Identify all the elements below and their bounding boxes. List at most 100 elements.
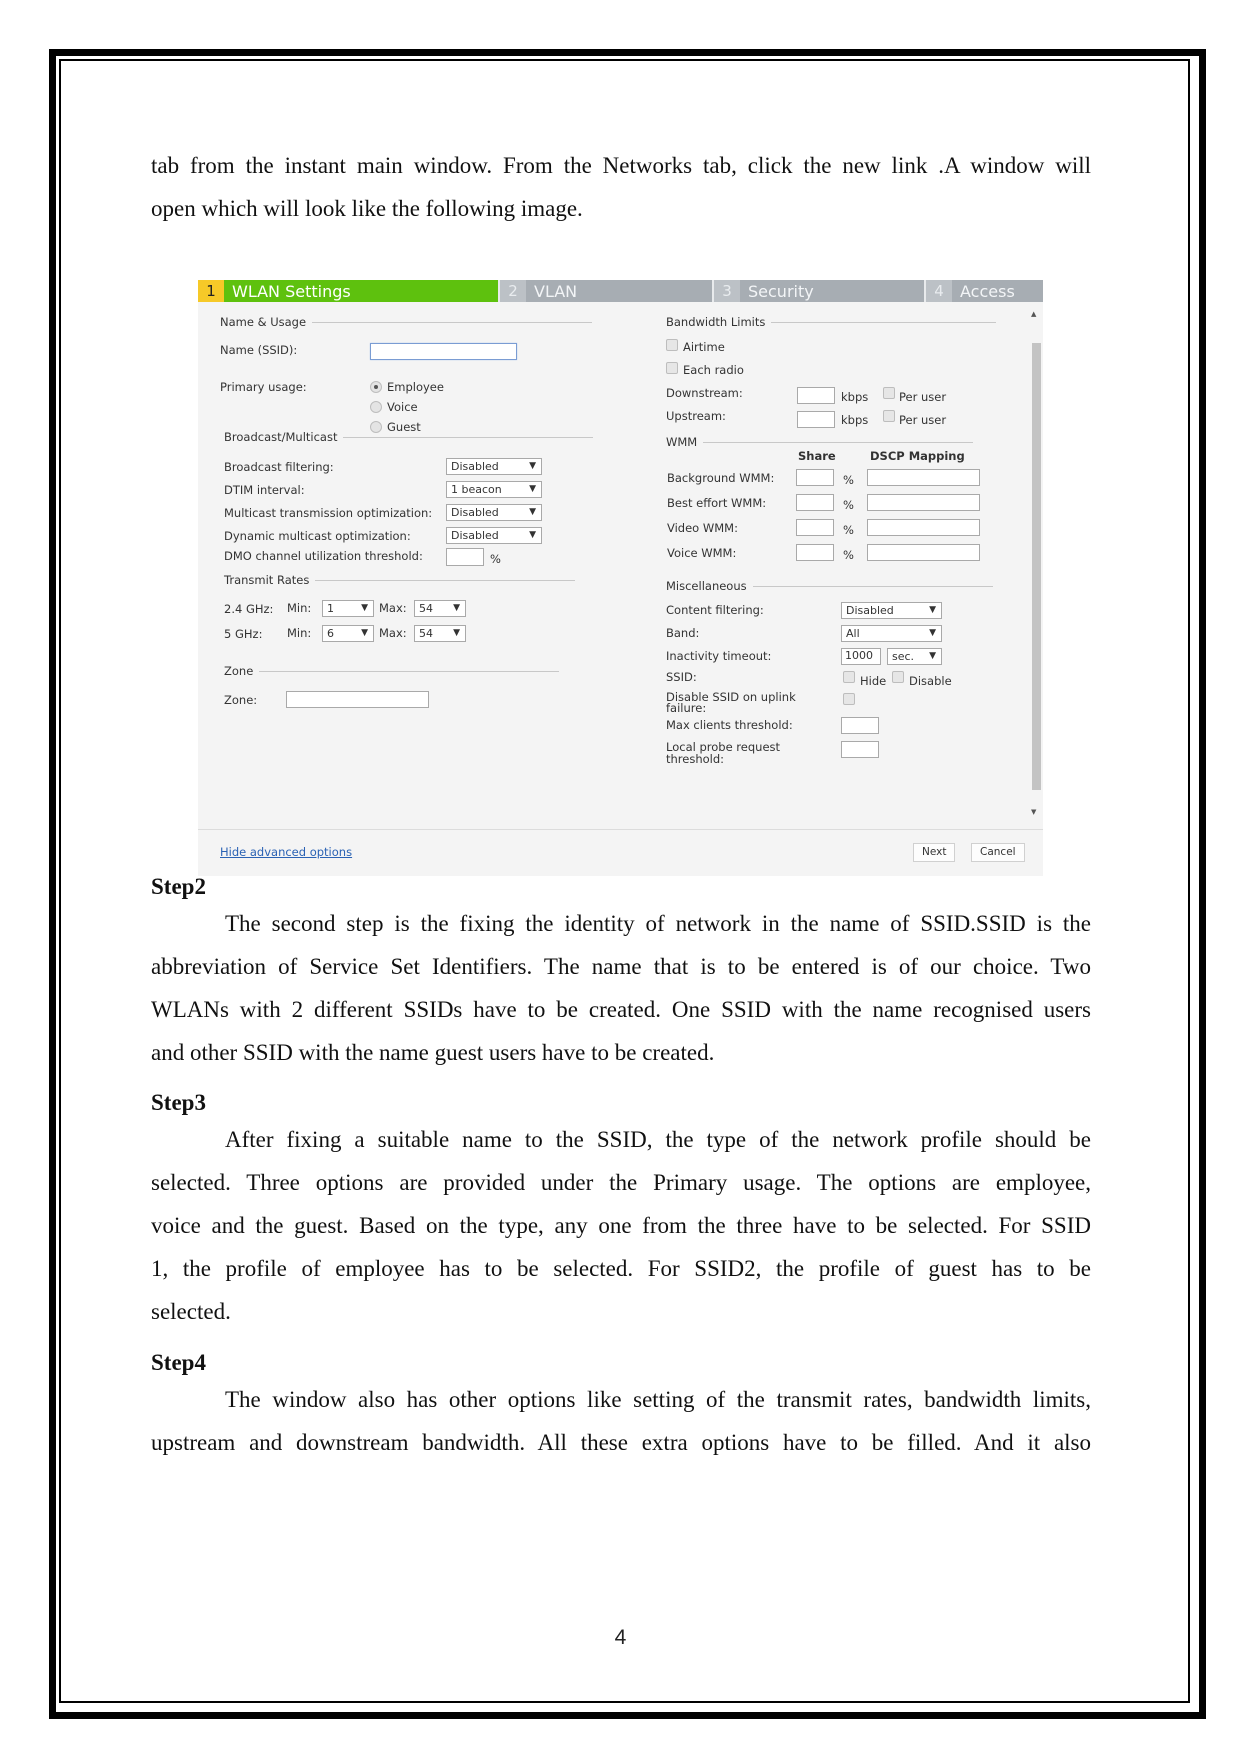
best-effort-share-input[interactable] bbox=[796, 494, 834, 511]
section-title: Bandwidth Limits bbox=[666, 315, 766, 329]
step2-paragraph: The second step is the fixing the identi… bbox=[151, 902, 1091, 1074]
airtime-label: Airtime bbox=[683, 340, 725, 354]
step-heading: Step4 bbox=[151, 1350, 206, 1375]
tab-wlan-settings[interactable]: 1 WLAN Settings bbox=[198, 280, 498, 302]
inactivity-timeout-label: Inactivity timeout: bbox=[666, 649, 772, 663]
step-heading: Step2 bbox=[151, 874, 206, 899]
tab-vlan[interactable]: 2 VLAN bbox=[498, 280, 712, 302]
band-select[interactable]: All ▼ bbox=[841, 625, 942, 642]
downstream-label: Downstream: bbox=[666, 386, 743, 400]
multicast-optimization-label: Multicast transmission optimization: bbox=[224, 506, 433, 520]
tab-number: 4 bbox=[926, 280, 952, 302]
each-radio-checkbox[interactable] bbox=[666, 362, 678, 374]
scroll-thumb[interactable] bbox=[1032, 343, 1041, 790]
percent-unit: % bbox=[843, 473, 854, 487]
text-line: 1, the profile of employee has to be sel… bbox=[151, 1256, 1091, 1281]
text-line: The second step is the fixing the identi… bbox=[225, 911, 1091, 936]
local-probe-label-cont: threshold: bbox=[666, 752, 725, 766]
select-value: 6 bbox=[327, 627, 334, 640]
max-label: Max: bbox=[379, 626, 407, 640]
hide-ssid-checkbox[interactable] bbox=[843, 671, 855, 683]
downstream-per-user-checkbox[interactable] bbox=[883, 387, 895, 399]
section-title: Broadcast/Multicast bbox=[224, 430, 338, 444]
downstream-input[interactable] bbox=[797, 387, 835, 404]
select-value: Disabled bbox=[846, 604, 894, 617]
min-rate-24-select[interactable]: 1 ▼ bbox=[322, 600, 374, 617]
dynamic-multicast-select[interactable]: Disabled ▼ bbox=[446, 527, 542, 544]
dmo-threshold-label: DMO channel utilization threshold: bbox=[224, 549, 423, 563]
multicast-optimization-select[interactable]: Disabled ▼ bbox=[446, 504, 542, 521]
kbps-unit: kbps bbox=[841, 390, 869, 404]
inactivity-timeout-input[interactable]: 1000 bbox=[841, 648, 881, 665]
tab-label: Access bbox=[960, 281, 1015, 301]
dropdown-arrow-icon: ▼ bbox=[361, 628, 368, 638]
max-rate-24-select[interactable]: 54 ▼ bbox=[414, 600, 466, 617]
vertical-scrollbar[interactable]: ▲ ▼ bbox=[1030, 310, 1041, 820]
per-user-label: Per user bbox=[899, 413, 947, 427]
uplink-failure-label-cont: failure: bbox=[666, 701, 707, 715]
per-user-label: Per user bbox=[899, 390, 947, 404]
section-bandwidth-limits: Bandwidth Limits bbox=[666, 315, 997, 329]
dropdown-arrow-icon: ▼ bbox=[929, 651, 936, 661]
section-name-usage: Name & Usage bbox=[220, 315, 593, 329]
voice-dscp-input[interactable] bbox=[867, 544, 980, 561]
content-filtering-select[interactable]: Disabled ▼ bbox=[841, 602, 942, 619]
dmo-threshold-input[interactable] bbox=[446, 548, 484, 566]
voice-share-input[interactable] bbox=[796, 544, 834, 561]
tab-access[interactable]: 4 Access bbox=[924, 280, 1043, 302]
section-title: Miscellaneous bbox=[666, 579, 747, 593]
broadcast-filtering-select[interactable]: Disabled ▼ bbox=[446, 458, 542, 475]
hide-advanced-options-link[interactable]: Hide advanced options bbox=[220, 845, 352, 859]
cancel-button[interactable]: Cancel bbox=[971, 843, 1025, 862]
step4-paragraph: The window also has other options like s… bbox=[151, 1378, 1091, 1464]
dtim-interval-select[interactable]: 1 beacon ▼ bbox=[446, 481, 542, 498]
scroll-down-arrow-icon[interactable]: ▼ bbox=[1031, 808, 1036, 816]
tab-security[interactable]: 3 Security bbox=[712, 280, 924, 302]
upstream-per-user-checkbox[interactable] bbox=[883, 410, 895, 422]
wlan-settings-screenshot: 1 WLAN Settings 2 VLAN 3 Security 4 Acce… bbox=[198, 280, 1043, 876]
max-clients-input[interactable] bbox=[841, 717, 879, 734]
video-share-input[interactable] bbox=[796, 519, 834, 536]
upstream-input[interactable] bbox=[797, 411, 835, 428]
local-probe-input[interactable] bbox=[841, 741, 879, 758]
radio-voice[interactable] bbox=[370, 401, 382, 413]
max-label: Max: bbox=[379, 601, 407, 615]
inactivity-unit-select[interactable]: sec. ▼ bbox=[887, 648, 942, 665]
dropdown-arrow-icon: ▼ bbox=[529, 530, 536, 540]
airtime-checkbox[interactable] bbox=[666, 339, 678, 351]
broadcast-filtering-label: Broadcast filtering: bbox=[224, 460, 334, 474]
dtim-interval-label: DTIM interval: bbox=[224, 483, 305, 497]
section-zone: Zone bbox=[224, 664, 560, 678]
next-button[interactable]: Next bbox=[913, 843, 956, 862]
min-label: Min: bbox=[287, 626, 312, 640]
text-line: selected. Three options are provided und… bbox=[151, 1170, 1091, 1195]
text-line: tab from the instant main window. From t… bbox=[151, 153, 1091, 178]
background-dscp-input[interactable] bbox=[867, 469, 980, 486]
section-title: WMM bbox=[666, 435, 698, 449]
text-line: abbreviation of Service Set Identifiers.… bbox=[151, 954, 1091, 979]
select-value: 54 bbox=[419, 627, 433, 640]
max-clients-label: Max clients threshold: bbox=[666, 718, 793, 732]
text-line: selected. bbox=[151, 1299, 231, 1324]
max-rate-5-select[interactable]: 54 ▼ bbox=[414, 625, 466, 642]
video-dscp-input[interactable] bbox=[867, 519, 980, 536]
wmm-row-label: Best effort WMM: bbox=[667, 496, 767, 510]
text-line: upstream and downstream bandwidth. All t… bbox=[151, 1430, 1091, 1455]
background-share-input[interactable] bbox=[796, 469, 834, 486]
footer-divider bbox=[198, 829, 1043, 830]
select-value: sec. bbox=[892, 650, 915, 663]
band-5-label: 5 GHz: bbox=[224, 627, 263, 641]
best-effort-dscp-input[interactable] bbox=[867, 494, 980, 511]
share-header: Share bbox=[798, 449, 836, 463]
ssid-input[interactable] bbox=[370, 343, 517, 360]
select-value: Disabled bbox=[451, 529, 499, 542]
disable-ssid-checkbox[interactable] bbox=[892, 671, 904, 683]
zone-input[interactable] bbox=[286, 691, 429, 708]
radio-employee[interactable] bbox=[370, 381, 382, 393]
min-rate-5-select[interactable]: 6 ▼ bbox=[322, 625, 374, 642]
scroll-up-arrow-icon[interactable]: ▲ bbox=[1031, 310, 1036, 318]
text-line: WLANs with 2 different SSIDs have to be … bbox=[151, 997, 1091, 1022]
select-value: Disabled bbox=[451, 460, 499, 473]
uplink-failure-checkbox[interactable] bbox=[843, 693, 855, 705]
dropdown-arrow-icon: ▼ bbox=[453, 603, 460, 613]
